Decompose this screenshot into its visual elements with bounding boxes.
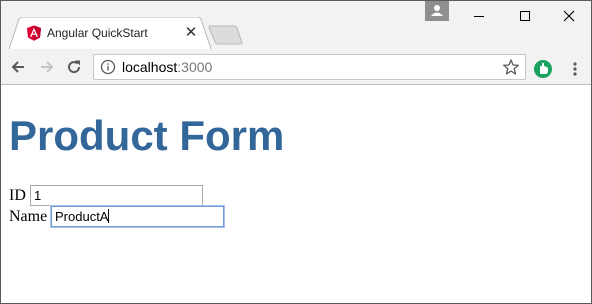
id-input-value: 1 (34, 188, 42, 203)
address-bar[interactable]: localhost:3000 (93, 54, 526, 80)
maximize-icon (520, 11, 530, 21)
page-viewport: Product Form ID 1 Name ProductA (1, 86, 591, 303)
browser-toolbar: localhost:3000 (1, 49, 591, 85)
url-host: localhost (122, 59, 178, 75)
reload-icon (68, 60, 81, 74)
minimize-button[interactable] (456, 1, 502, 31)
angular-icon (26, 25, 42, 41)
name-input-value: ProductA (55, 209, 109, 224)
profile-button[interactable] (425, 1, 449, 21)
close-tab-icon[interactable]: ✕ (183, 25, 199, 41)
browser-tab[interactable]: Angular QuickStart ✕ (9, 17, 211, 49)
id-label: ID (9, 187, 26, 204)
url-text: localhost:3000 (122, 59, 212, 75)
tab-title: Angular QuickStart (47, 26, 148, 40)
url-port: :3000 (177, 59, 213, 75)
browser-window: Angular QuickStart ✕ localhost:3000 Prod… (0, 0, 592, 304)
back-arrow-icon (11, 61, 24, 73)
profile-icon (431, 5, 443, 16)
name-label: Name (9, 208, 48, 225)
name-input[interactable]: ProductA (51, 206, 224, 227)
close-window-button[interactable] (546, 1, 591, 31)
new-tab-button[interactable] (208, 25, 244, 45)
forward-button[interactable] (35, 55, 59, 79)
close-icon (563, 10, 575, 22)
back-button[interactable] (6, 55, 30, 79)
text-caret (108, 209, 110, 223)
reload-button[interactable] (62, 55, 86, 79)
maximize-button[interactable] (502, 1, 548, 31)
id-input[interactable]: 1 (30, 185, 203, 206)
forward-arrow-icon (41, 61, 54, 73)
extension-icon[interactable] (533, 59, 553, 79)
kebab-menu-icon[interactable] (567, 59, 583, 79)
page-title: Product Form (9, 112, 285, 159)
minimize-icon (474, 16, 484, 17)
star-icon[interactable] (502, 58, 520, 76)
info-icon[interactable] (100, 59, 116, 75)
tab-strip: Angular QuickStart ✕ (1, 1, 591, 49)
